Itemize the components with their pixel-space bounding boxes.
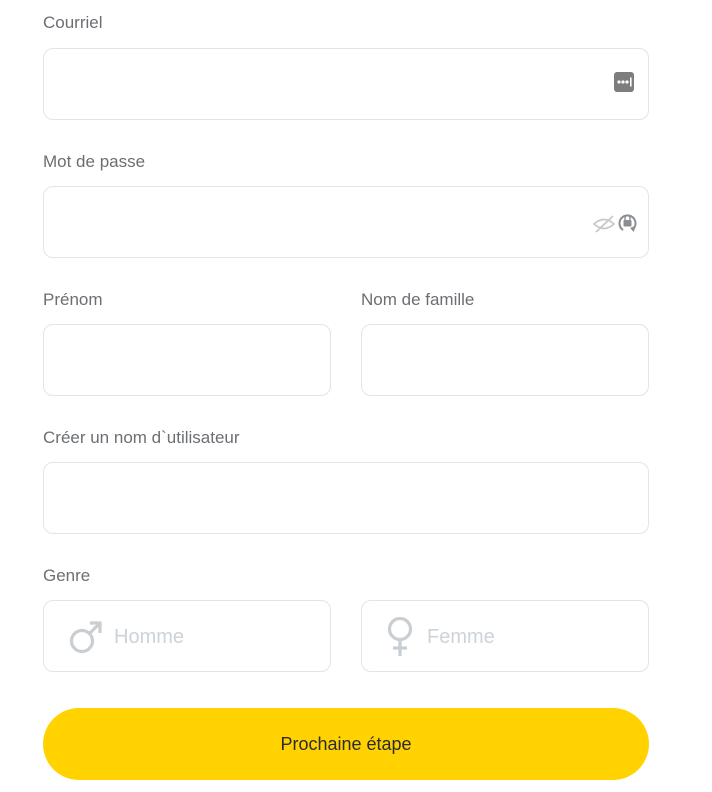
hidden-password-lock-icon[interactable] xyxy=(592,210,638,241)
password-field-container xyxy=(43,186,649,258)
password-label: Mot de passe xyxy=(43,152,146,171)
signup-form: Courriel Mot de passe Prénom Nom de fami… xyxy=(0,0,712,792)
last-name-label: Nom de famille xyxy=(361,290,475,309)
username-field-container xyxy=(43,462,649,534)
female-symbol-icon xyxy=(385,616,415,663)
email-label: Courriel xyxy=(43,13,103,32)
first-name-label: Prénom xyxy=(43,290,103,309)
next-step-button[interactable]: Prochaine étape xyxy=(43,708,649,780)
gender-option-male-label: Homme xyxy=(114,626,185,648)
first-name-field[interactable] xyxy=(44,325,330,395)
username-field[interactable] xyxy=(44,463,648,533)
gender-option-female[interactable]: Femme xyxy=(361,600,649,672)
email-field-container xyxy=(43,48,649,120)
male-symbol-icon xyxy=(68,619,104,660)
last-name-field-container xyxy=(361,324,649,396)
last-name-field[interactable] xyxy=(362,325,648,395)
email-field[interactable] xyxy=(44,49,648,119)
gender-option-female-label: Femme xyxy=(427,626,495,648)
password-manager-icon[interactable] xyxy=(613,71,635,98)
gender-label: Genre xyxy=(43,566,91,585)
password-field[interactable] xyxy=(44,187,648,257)
username-label: Créer un nom d`utilisateur xyxy=(43,428,240,447)
first-name-field-container xyxy=(43,324,331,396)
gender-option-male[interactable]: Homme xyxy=(43,600,331,672)
